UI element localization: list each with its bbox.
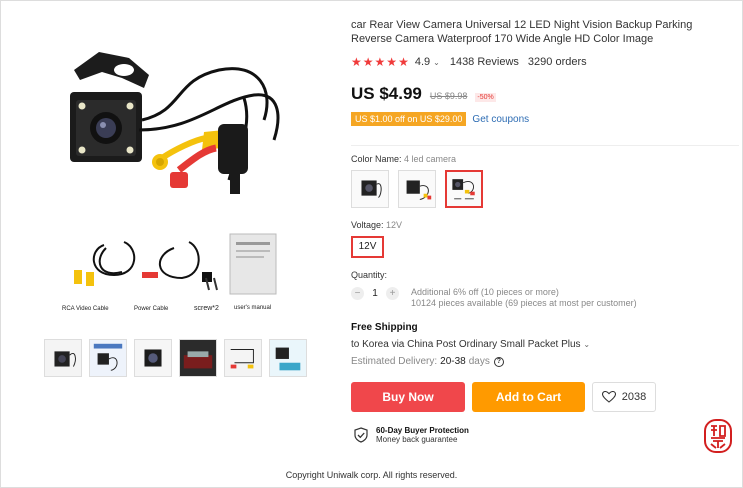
shipping-title: Free Shipping [351, 322, 418, 333]
color-label-text: Color Name: [351, 154, 402, 164]
voltage-option-12v[interactable]: 12V [351, 236, 384, 258]
color-option-3-selected[interactable] [445, 170, 483, 208]
orders-count: 3290 orders [527, 56, 587, 68]
bulk-discount-text: Additional 6% off (10 pieces or more) [411, 287, 559, 297]
voltage-label-text: Voltage: [351, 220, 384, 230]
quantity-increase-button[interactable]: + [386, 287, 399, 300]
voltage-selected-value: 12V [386, 220, 403, 230]
thumbnail-3[interactable] [134, 339, 172, 377]
main-product-image[interactable]: RCA Video Cable Power Cable screw*2 user… [44, 20, 306, 320]
wishlist-button[interactable]: 2038 [592, 382, 656, 412]
star-icon: ★ [374, 55, 386, 69]
voltage-section: Voltage: 12V 12V [351, 220, 402, 258]
color-option-2[interactable] [398, 170, 436, 208]
protection-title: 60-Day Buyer Protection [376, 426, 469, 435]
color-option-1[interactable] [351, 170, 389, 208]
quantity-input[interactable]: 1 [364, 287, 386, 300]
chevron-down-icon[interactable]: ⌄ [433, 58, 440, 67]
shipping-method-text[interactable]: to Korea via China Post Ordinary Small P… [351, 339, 581, 350]
shipping-method[interactable]: to Korea via China Post Ordinary Small P… [351, 339, 590, 350]
quantity-label: Quantity: [351, 270, 388, 280]
estimated-delivery: Estimated Delivery: 20-38 days ? [351, 356, 590, 367]
color-options [351, 170, 483, 208]
label-screw: screw*2 [194, 305, 219, 312]
thumbnail-2[interactable] [89, 339, 127, 377]
label-power-cable: Power Cable [134, 306, 169, 312]
add-to-cart-button[interactable]: Add to Cart [472, 382, 585, 412]
color-label: Color Name: 4 led camera [351, 154, 483, 164]
thumbnail-6[interactable] [269, 339, 307, 377]
divider [351, 145, 739, 146]
delivery-days-unit: days [468, 356, 490, 367]
coupon-row: US $1.00 off on US $29.00 Get coupons [351, 112, 741, 126]
star-icon: ★ [362, 55, 374, 69]
delivery-days: 20-38 [440, 356, 466, 367]
reviews-link[interactable]: 1438 Reviews [450, 56, 519, 68]
get-coupons-link[interactable]: Get coupons [472, 114, 529, 125]
product-title: car Rear View Camera Universal 12 LED Ni… [351, 19, 693, 45]
label-manual: user's manual [234, 305, 271, 311]
thumbnail-strip [44, 339, 307, 377]
star-icon: ★ [351, 55, 362, 69]
protection-subtitle: Money back guarantee [376, 435, 458, 444]
coupon-badge: US $1.00 off on US $29.00 [351, 112, 467, 126]
rating-value[interactable]: 4.9 [415, 56, 430, 68]
seal-stamp-icon [703, 418, 733, 454]
quantity-decrease-button[interactable]: − [351, 287, 364, 300]
price-row: US $4.99 US $9.98 -50% [351, 84, 741, 104]
quantity-section: Quantity: − 1 + Additional 6% off (10 pi… [351, 270, 637, 309]
quantity-info: Additional 6% off (10 pieces or more) 10… [411, 287, 637, 309]
thumbnail-1[interactable] [44, 339, 82, 377]
protection-text: 60-Day Buyer Protection Money back guara… [376, 426, 469, 444]
shipping-section: Free Shipping to Korea via China Post Or… [351, 322, 590, 367]
buy-now-button[interactable]: Buy Now [351, 382, 465, 412]
discount-badge: -50% [475, 93, 496, 102]
buyer-protection: 60-Day Buyer Protection Money back guara… [354, 426, 469, 444]
wishlist-count: 2038 [621, 391, 647, 403]
product-info: car Rear View Camera Universal 12 LED Ni… [351, 18, 741, 126]
label-rca-cable: RCA Video Cable [62, 306, 109, 312]
star-icon: ★ [386, 55, 398, 69]
quantity-row: − 1 + Additional 6% off (10 pieces or mo… [351, 287, 637, 309]
heart-icon [601, 391, 616, 403]
original-price: US $9.98 [429, 91, 468, 101]
chevron-down-icon[interactable]: ⌄ [583, 340, 590, 349]
current-price: US $4.99 [351, 84, 422, 103]
shield-check-icon [354, 427, 368, 443]
copyright-text: Copyright Uniwalk corp. All rights reser… [285, 470, 458, 480]
rating-row: ★ ★ ★ ★ ★ 4.9 ⌄ 1438 Reviews 3290 orders [351, 56, 741, 68]
estimated-delivery-label: Estimated Delivery: [351, 356, 438, 367]
availability-text: 10124 pieces available (69 pieces at mos… [411, 298, 637, 308]
thumbnail-5[interactable] [224, 339, 262, 377]
star-rating: ★ ★ ★ ★ ★ [351, 56, 409, 68]
color-selected-value: 4 led camera [404, 154, 457, 164]
thumbnail-4[interactable] [179, 339, 217, 377]
voltage-label: Voltage: 12V [351, 220, 402, 230]
action-buttons: Buy Now Add to Cart 2038 [351, 382, 656, 412]
color-section: Color Name: 4 led camera [351, 154, 483, 208]
question-icon[interactable]: ? [493, 356, 504, 367]
star-icon: ★ [398, 55, 409, 69]
